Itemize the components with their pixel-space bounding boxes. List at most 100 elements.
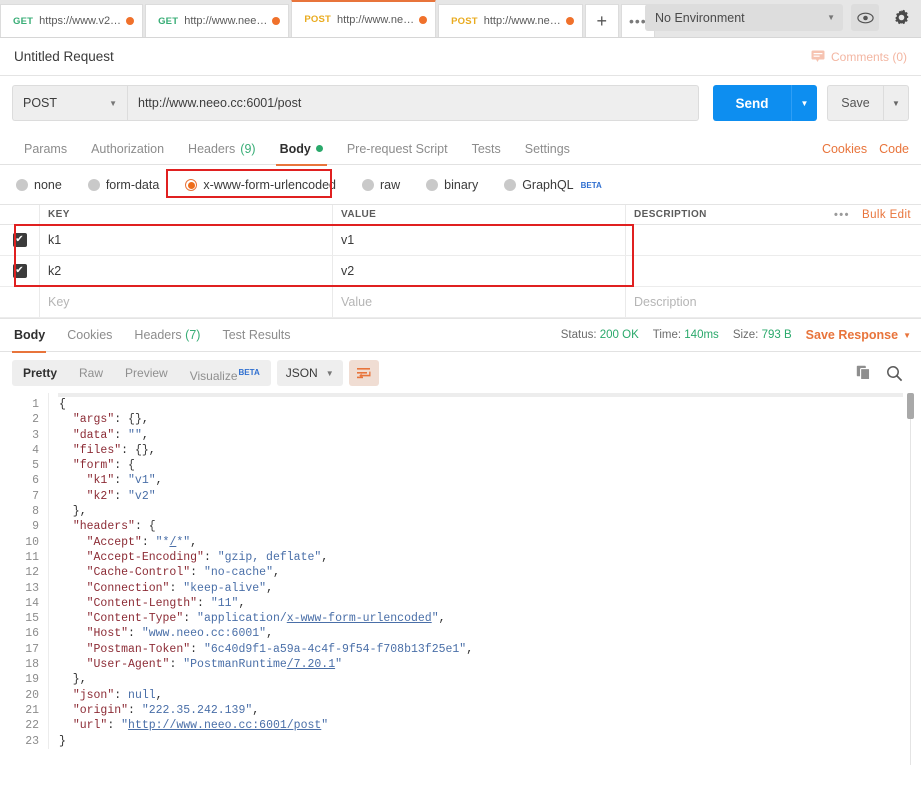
view-mode-preview[interactable]: Preview (114, 360, 179, 386)
tab-pre-request-script[interactable]: Pre-request Script (335, 133, 460, 165)
new-description-input[interactable]: Description (626, 287, 921, 317)
json-line: "k1": "v1", (86, 474, 163, 488)
row-description[interactable] (626, 225, 921, 255)
view-mode-pretty[interactable]: Pretty (12, 360, 68, 386)
radio-icon (362, 179, 374, 191)
table-row[interactable]: ✔ k2 v2 (0, 256, 921, 287)
scrollbar-thumb[interactable] (907, 393, 914, 419)
send-options-button[interactable]: ▼ (791, 85, 817, 121)
chevron-down-icon: ▼ (109, 98, 117, 108)
header-key: KEY (40, 205, 333, 224)
header-description: DESCRIPTION ••• Bulk Edit (626, 205, 921, 224)
response-meta: Status: 200 OK Time: 140ms Size: 793 B S… (561, 328, 911, 342)
tab-label: Settings (524, 141, 570, 156)
settings-button[interactable] (887, 4, 915, 31)
vertical-scrollbar[interactable] (907, 393, 914, 765)
tab-settings[interactable]: Settings (513, 133, 582, 165)
body-type-x-www-form-urlencoded[interactable]: x-www-form-urlencoded (181, 175, 340, 195)
request-tab-2[interactable]: POST http://www.ne… (291, 0, 437, 37)
chevron-down-icon: ▼ (325, 368, 334, 378)
save-button[interactable]: Save (827, 85, 883, 121)
request-tab-url: http://www.ne… (337, 13, 415, 26)
line-number: 2 (32, 413, 39, 427)
response-actions (856, 365, 909, 382)
tab-headers[interactable]: Headers (9) (176, 133, 268, 165)
environment-label: No Environment (655, 10, 745, 25)
search-button[interactable] (886, 365, 903, 382)
body-type-form-data[interactable]: form-data (84, 175, 164, 195)
response-tab-label: Headers (134, 328, 182, 342)
table-options-button[interactable]: ••• (834, 209, 850, 221)
response-bar: Body Cookies Headers (7) Test Results Statu… (0, 318, 921, 353)
tab-body[interactable]: Body (268, 133, 335, 166)
json-code-content[interactable]: { "args": {}, "data": "", "files": {}, "… (48, 393, 921, 749)
response-tab-test-results[interactable]: Test Results (211, 318, 301, 352)
tab-label: Headers (188, 141, 236, 156)
tab-tests[interactable]: Tests (460, 133, 513, 165)
json-line: } (59, 734, 66, 748)
request-section-tabs: Params Authorization Headers (9) Body Pre-req… (0, 133, 921, 166)
new-value-input[interactable]: Value (333, 287, 626, 317)
request-tab-0[interactable]: GET https://www.v2… (0, 4, 144, 37)
row-value[interactable]: v1 (333, 225, 626, 255)
http-method-selector[interactable]: POST ▼ (12, 85, 127, 121)
request-tabs-container: GET https://www.v2… GET http://www.nee… POST… (0, 0, 585, 37)
row-key[interactable]: k1 (40, 225, 333, 255)
tab-label: Tests (471, 141, 501, 156)
save-response-label: Save Response (805, 328, 899, 342)
tab-authorization[interactable]: Authorization (79, 133, 176, 165)
body-type-binary[interactable]: binary (422, 175, 482, 195)
new-key-input[interactable]: Key (40, 287, 333, 317)
header-description-label: DESCRIPTION (634, 209, 707, 220)
view-mode-raw[interactable]: Raw (68, 360, 114, 386)
row-description[interactable] (626, 256, 921, 286)
tab-params[interactable]: Params (12, 133, 79, 165)
save-group: Save ▼ (827, 85, 909, 121)
row-checkbox-cell: ✔ (0, 225, 40, 255)
response-body-viewer[interactable]: 1 2 3 4 5 6 7 8 9 10 11 12 13 14 15 16 17 18 19 20 21 22 23 { … (0, 393, 921, 765)
json-line: "Content-Type": "application/x-www-form-… (86, 612, 446, 626)
request-tab-3[interactable]: POST http://www.ne… (438, 4, 583, 37)
body-type-raw[interactable]: raw (358, 175, 404, 195)
cookies-link[interactable]: Cookies (822, 142, 867, 156)
table-row[interactable]: ✔ k1 v1 (0, 225, 921, 256)
response-view-controls: Pretty Raw Preview VisualizeBETA JSON ▼ (0, 352, 921, 393)
json-line: "files": {}, (72, 443, 156, 457)
new-tab-button[interactable]: + (584, 4, 619, 37)
time-badge: Time: 140ms (653, 329, 719, 341)
response-tab-body[interactable]: Body (10, 318, 56, 353)
save-options-button[interactable]: ▼ (883, 85, 909, 121)
row-value[interactable]: v2 (333, 256, 626, 286)
table-row-placeholder[interactable]: Key Value Description (0, 287, 921, 318)
status-value: 200 OK (599, 329, 639, 341)
row-checkbox[interactable]: ✔ (12, 264, 27, 278)
row-key[interactable]: k2 (40, 256, 333, 286)
line-number-gutter: 1 2 3 4 5 6 7 8 9 10 11 12 13 14 15 16 17 18 19 20 21 22 23 (0, 393, 48, 749)
response-format-selector[interactable]: JSON ▼ (276, 360, 343, 386)
send-button[interactable]: Send (713, 85, 791, 121)
response-tab-label: Cookies (67, 328, 113, 342)
row-checkbox-cell (0, 287, 40, 317)
view-mode-label: Preview (125, 366, 168, 380)
line-number: 4 (32, 443, 39, 457)
word-wrap-button[interactable] (348, 360, 379, 386)
comments-button[interactable]: Comments (0) (811, 50, 907, 64)
response-tab-headers[interactable]: Headers (7) (123, 318, 211, 352)
view-mode-visualize[interactable]: VisualizeBETA (179, 360, 271, 386)
environment-quick-look-button[interactable] (851, 4, 879, 31)
save-response-button[interactable]: Save Response ▼ (806, 328, 911, 342)
request-tab-1[interactable]: GET http://www.nee… (145, 4, 290, 37)
bulk-edit-link[interactable]: Bulk Edit (862, 209, 911, 221)
copy-button[interactable] (856, 365, 872, 381)
body-type-graphql[interactable]: GraphQL BETA (500, 175, 606, 195)
line-number: 17 (25, 642, 39, 656)
environment-selector[interactable]: No Environment ▼ (645, 4, 843, 31)
response-tab-cookies[interactable]: Cookies (56, 318, 123, 352)
body-type-label: GraphQL (522, 178, 574, 192)
row-checkbox[interactable]: ✔ (12, 233, 27, 247)
time-label: Time: (652, 329, 682, 341)
code-link[interactable]: Code (879, 142, 909, 156)
request-url-input[interactable]: http://www.neeo.cc:6001/post (127, 85, 699, 121)
request-tab-bar: GET https://www.v2… GET http://www.nee… POST… (0, 0, 921, 38)
body-type-none[interactable]: none (12, 175, 66, 195)
